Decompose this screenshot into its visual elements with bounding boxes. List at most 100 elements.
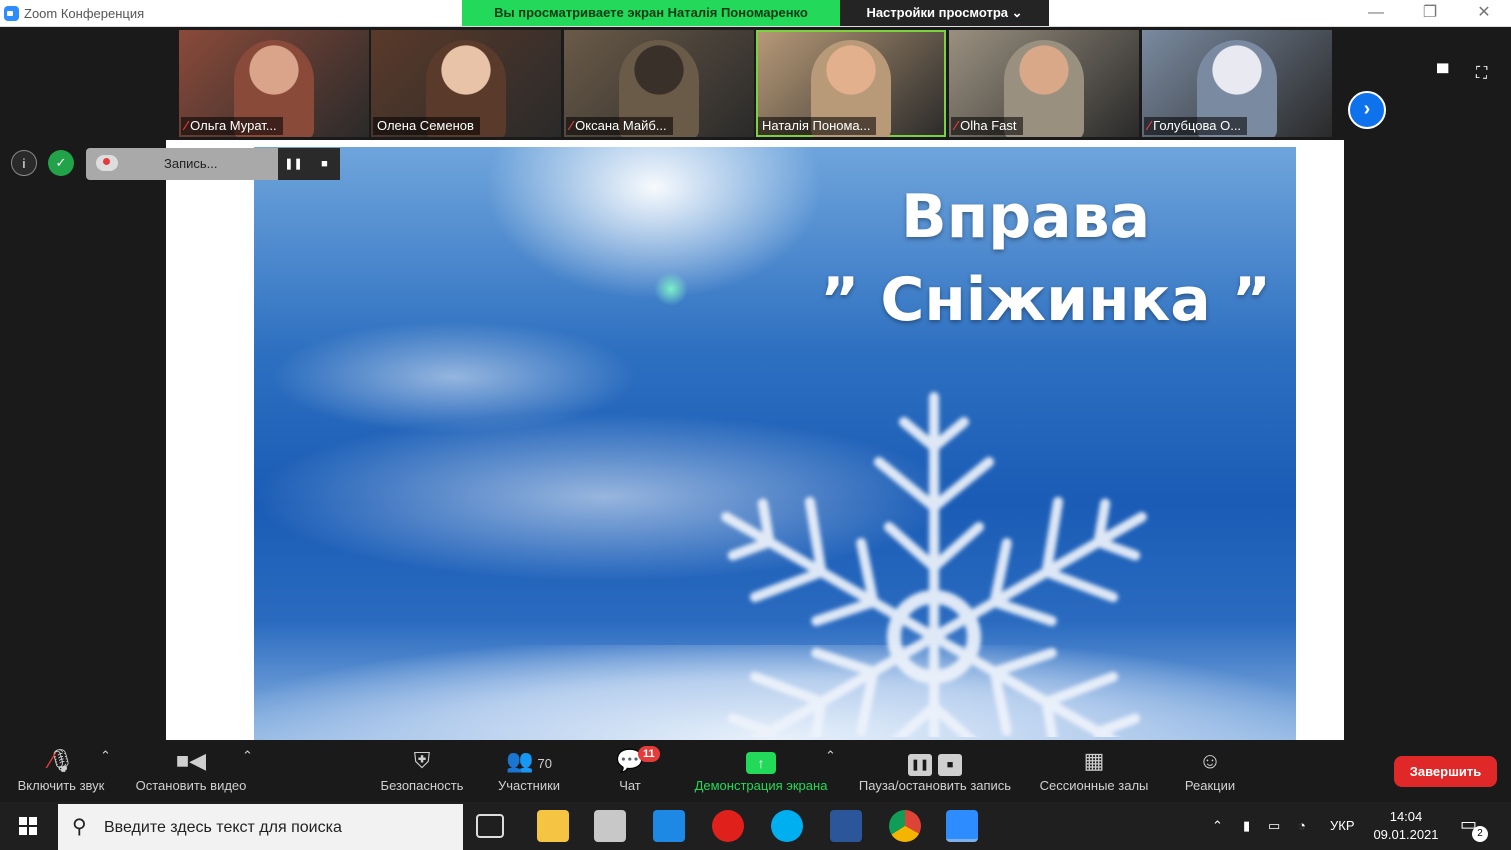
tray-expand-icon[interactable]: ⌃ [1212,802,1223,850]
video-options-caret[interactable]: ⌃ [242,748,253,764]
snowflake-image [614,392,1174,737]
mic-muted-icon: ⁄ [185,118,188,133]
participant-tile[interactable]: ⁄ Голубцова О... [1142,30,1332,137]
info-icon[interactable]: i [11,150,37,176]
recording-bar: Запись... ❚❚ ■ [86,148,340,180]
stop-video-button[interactable]: ■◀ Остановить видео [128,744,254,793]
reactions-label: Реакции [1184,778,1236,793]
breakout-rooms-icon: ▦ [1083,748,1105,773]
windows-taskbar: ⚲ Введите здесь текст для поиска ⌃ ▮ ▭ ◔… [0,802,1511,850]
chat-icon: 💬 11 [610,744,660,778]
participants-icon: 👥 70 [506,748,552,773]
smiley-icon: ☺ [1198,748,1222,773]
minimize-button[interactable]: — [1349,0,1403,27]
language-indicator[interactable]: УКР [1330,802,1355,850]
participant-tile[interactable]: ⁄ Olha Fast [949,30,1139,137]
chat-label: Чат [619,778,641,793]
clock-date: 09.01.2021 [1373,827,1439,842]
chevron-right-icon: › [1363,98,1371,120]
participant-nameplate: ⁄ Ольга Мурат... [181,117,283,135]
view-layout-icon[interactable]: ▀ [1437,65,1448,83]
security-shield-icon[interactable]: ✓ [48,150,74,176]
unmute-label: Включить звук [17,778,105,793]
pause-stop-label: Пауза/остановить запись [858,778,1012,793]
participant-name: Оксана Майб... [575,118,667,133]
zoom-taskbar-icon[interactable] [946,810,978,842]
file-explorer-icon[interactable] [537,810,569,842]
shield-icon: ⛨ [413,748,431,773]
chat-button[interactable]: 💬 11 Чат [610,744,660,793]
mic-muted-icon: ⁄ [1148,118,1151,133]
participant-tile[interactable]: Олена Семенов [371,30,561,137]
participant-name: Олена Семенов [377,118,474,133]
share-screen-label: Демонстрация экрана [694,778,828,793]
share-screen-button[interactable]: ↑ Демонстрация экрана [686,744,836,793]
pause-stop-recording-button[interactable]: ❚❚ ■ Пауза/остановить запись [852,744,1018,793]
stop-recording-button[interactable]: ■ [309,148,340,180]
skype-icon[interactable] [771,810,803,842]
window-title: Zoom Конференция [24,6,145,21]
task-view-icon[interactable] [476,814,504,838]
slide-subtitle: ” Сніжинка ” [820,265,1272,335]
participant-tile[interactable]: ⁄ Ольга Мурат... [179,30,369,137]
recording-label: Запись... [164,156,218,171]
screen-share-banner: Вы просматриваете экран Наталія Пономаре… [462,0,840,26]
next-page-button[interactable]: › [1348,91,1386,129]
word-icon[interactable] [830,810,862,842]
participant-nameplate: Наталія Понома... [758,117,877,135]
chrome-icon[interactable] [889,810,921,842]
stop-video-label: Остановить видео [135,778,247,793]
participant-tile-active[interactable]: Наталія Понома... [756,30,946,137]
battery-icon[interactable]: ▭ [1268,802,1280,850]
wifi-icon[interactable]: ◔ [1298,802,1306,850]
clock-time: 14:04 [1389,809,1423,824]
pause-recording-button[interactable]: ❚❚ [278,148,309,180]
participant-name: Ольга Мурат... [190,118,277,133]
security-label: Безопасность [380,778,464,793]
breakout-rooms-button[interactable]: ▦ Сессионные залы [1033,744,1155,793]
taskbar-clock[interactable]: 14:04 09.01.2021 [1364,808,1448,844]
mic-muted-icon: 🎙 ⁄ [47,748,75,773]
view-options-label: Настройки просмотра [866,5,1009,20]
view-options-button[interactable]: Настройки просмотра ⌄ [840,0,1049,26]
search-placeholder: Введите здесь текст для поиска [104,819,342,836]
maximize-button[interactable]: ❐ [1403,0,1457,27]
participant-tile[interactable]: ⁄ Оксана Майб... [564,30,754,137]
participant-nameplate: ⁄ Olha Fast [951,117,1023,135]
slide-title: Вправа [901,182,1151,252]
share-screen-icon: ↑ [686,744,836,778]
security-button[interactable]: ⛨ Безопасность [375,744,469,793]
title-bar: Zoom Конференция Вы просматриваете экран… [0,0,1511,27]
chevron-down-icon: ⌄ [1011,5,1023,20]
unmute-button[interactable]: 🎙 ⁄ Включить звук [10,744,112,793]
slide: Вправа ” Сніжинка ” [254,147,1296,740]
mic-muted-icon: ⁄ [955,118,958,133]
fullscreen-icon[interactable]: ⛶ [1476,65,1487,83]
share-options-caret[interactable]: ⌃ [825,748,836,764]
microphone-tray-icon[interactable]: ▮ [1243,802,1250,850]
reactions-button[interactable]: ☺ Реакции [1180,744,1240,793]
mic-muted-icon: ⁄ [570,118,573,133]
windows-start-button[interactable] [0,802,56,850]
notifications-icon[interactable]: ▭ 2 [1460,814,1488,842]
taskbar-search[interactable]: ⚲ Введите здесь текст для поиска [58,804,463,850]
end-meeting-button[interactable]: Завершить [1394,756,1497,787]
meeting-toolbar: 🎙 ⁄ Включить звук ⌃ ■◀ Остановить видео ⌃… [0,740,1511,802]
pause-stop-icon: ❚❚ ■ [852,744,1018,778]
opera-icon[interactable] [712,810,744,842]
close-button[interactable]: ✕ [1457,0,1511,27]
notifications-count: 2 [1472,826,1488,842]
participant-nameplate: Олена Семенов [373,117,480,135]
participant-name: Голубцова О... [1153,118,1242,133]
participants-button[interactable]: 👥 70 Участники [492,744,566,793]
participant-name: Наталія Понома... [762,118,871,133]
participants-count: 70 [537,756,552,771]
mail-icon[interactable] [653,810,685,842]
chat-badge: 11 [638,746,660,762]
participant-nameplate: ⁄ Голубцова О... [1144,117,1248,135]
store-icon[interactable] [594,810,626,842]
audio-options-caret[interactable]: ⌃ [100,748,111,764]
participant-name: Olha Fast [960,118,1017,133]
participant-strip: ⁄ Ольга Мурат... Олена Семенов ⁄ Оксана Ма… [0,27,1511,140]
camera-icon: ■◀ [175,748,207,773]
